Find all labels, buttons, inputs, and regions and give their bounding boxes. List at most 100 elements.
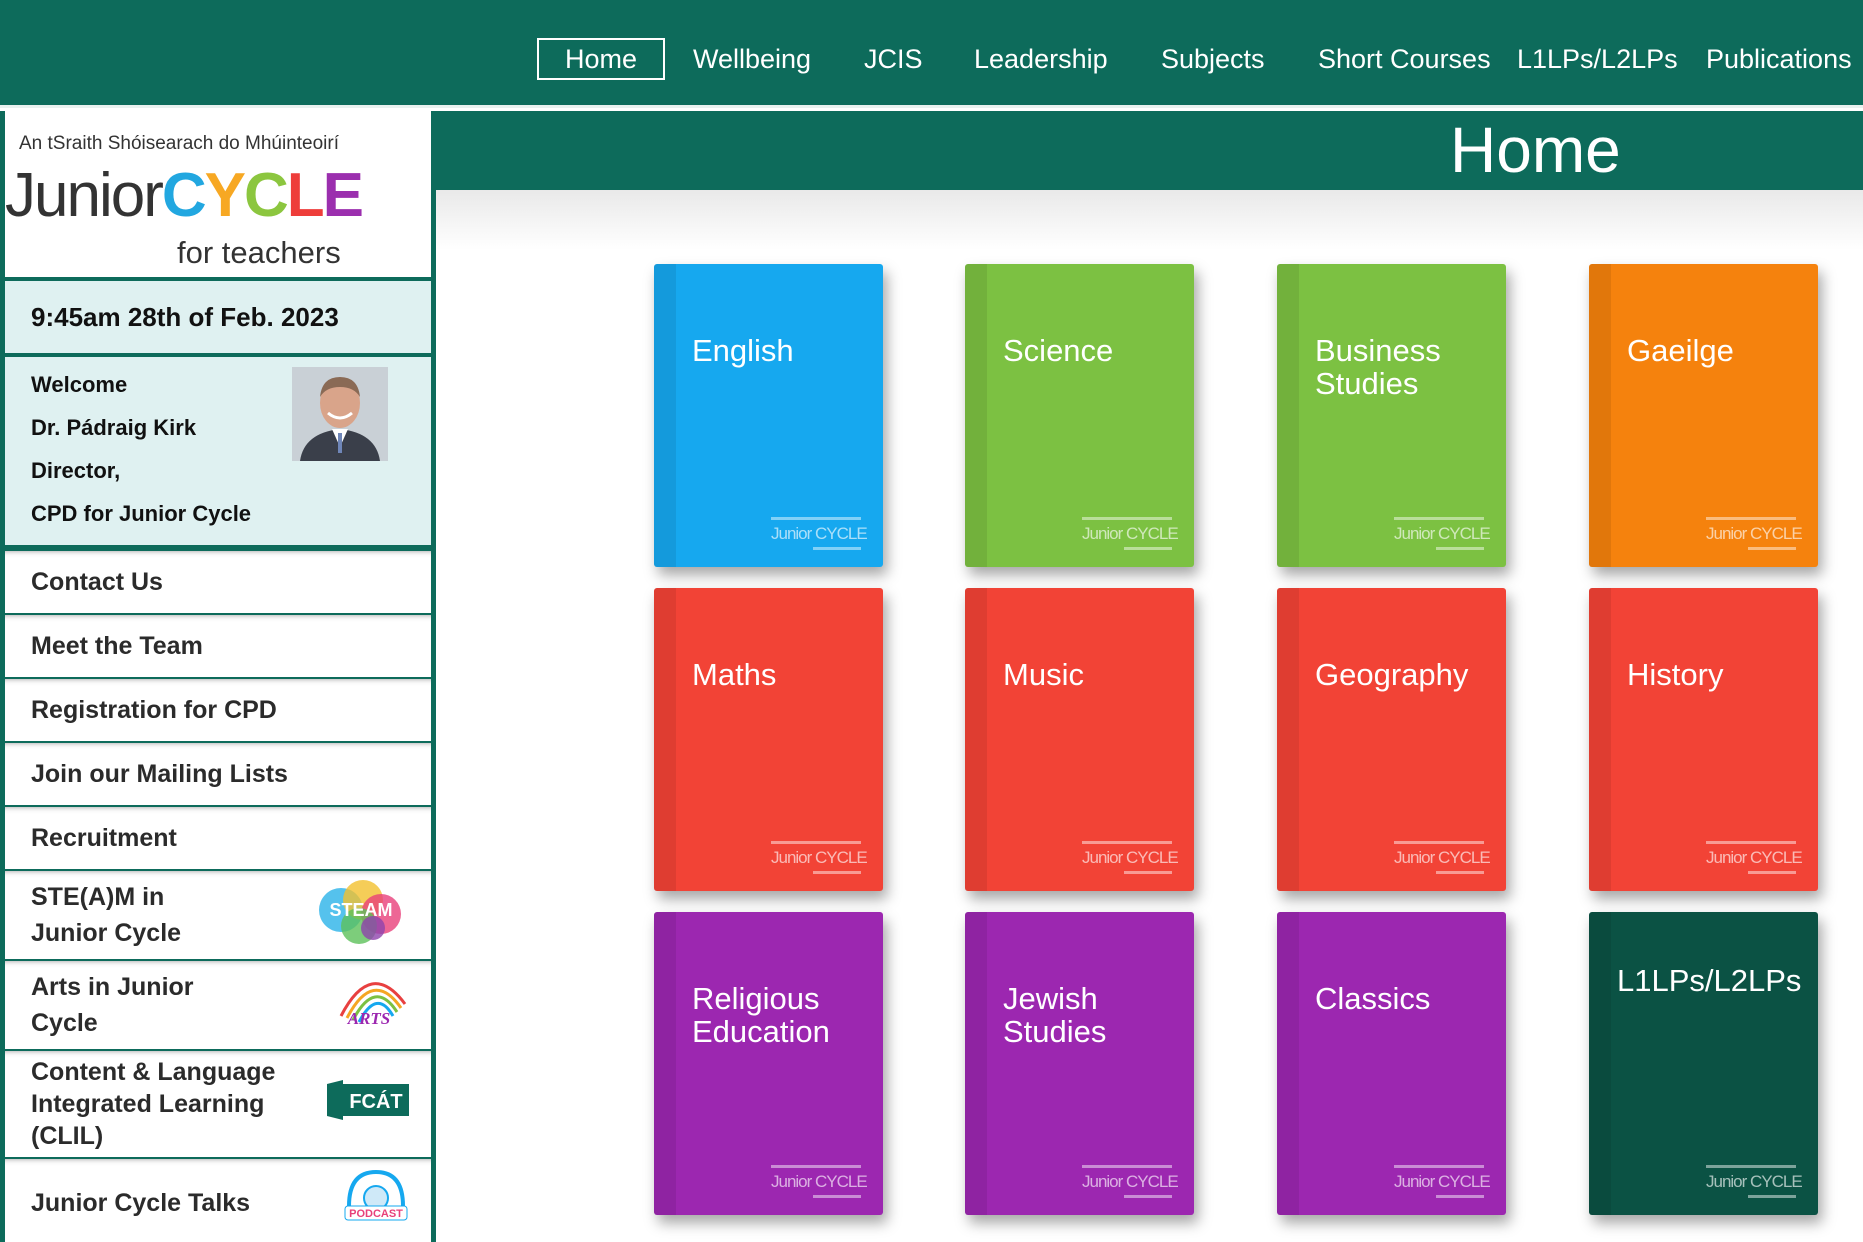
tile-mark-text: Junior CYCLE (1706, 848, 1803, 867)
top-navigation-bar: Home Wellbeing JCIS Leadership Subjects … (0, 0, 1863, 108)
subject-tile[interactable]: Jewish Studies Junior CYCLE (965, 912, 1194, 1215)
subject-tile-label: Classics (1315, 981, 1431, 1016)
tile-mark-text: Junior CYCLE (1394, 848, 1491, 867)
subject-tile[interactable]: English Junior CYCLE (654, 264, 883, 567)
podcast-badge: PODCAST (341, 1166, 411, 1240)
logo-junior: Junior (5, 161, 164, 230)
subject-tile[interactable]: Classics Junior CYCLE (1277, 912, 1506, 1215)
nav-subjects[interactable]: Subjects (1161, 38, 1265, 80)
subject-tile-label: Music (1003, 657, 1084, 692)
subject-tile-label: Maths (692, 657, 777, 692)
junior-cycle-mark-icon: Junior CYCLE (1082, 841, 1179, 877)
junior-cycle-mark-icon: Junior CYCLE (1394, 1165, 1491, 1201)
nav-jcis[interactable]: JCIS (864, 38, 923, 80)
date-time-display: 9:45am 28th of Feb. 2023 (5, 281, 431, 357)
sidebar-item-arts[interactable]: Arts in Junior Cycle ARTS (5, 961, 431, 1051)
page-header-bar (436, 111, 1863, 190)
podcast-icon: PODCAST (344, 1169, 408, 1221)
subject-tile[interactable]: History Junior CYCLE (1589, 588, 1818, 891)
junior-cycle-mark-icon: Junior CYCLE (1394, 841, 1491, 877)
junior-cycle-mark-icon: Junior CYCLE (771, 1165, 868, 1201)
person-icon (292, 367, 388, 461)
sidebar-item-meet-the-team[interactable]: Meet the Team (5, 615, 431, 679)
subject-tile[interactable]: L1LPs/L2LPs Junior CYCLE (1589, 912, 1818, 1215)
subject-tile-label: L1LPs/L2LPs (1617, 963, 1802, 998)
sidebar-item-registration-cpd[interactable]: Registration for CPD (5, 679, 431, 743)
tile-mark-text: Junior CYCLE (1082, 848, 1179, 867)
sidebar-item-mailing-lists[interactable]: Join our Mailing Lists (5, 743, 431, 807)
sidebar-item-label: Join our Mailing Lists (31, 759, 288, 788)
tile-mark-text: Junior CYCLE (771, 1172, 868, 1191)
subject-tile-label: History (1627, 657, 1724, 692)
fcat-icon: FCÁT (327, 1080, 409, 1120)
subject-tile-label: Business Studies (1315, 333, 1441, 401)
subject-tile[interactable]: Geography Junior CYCLE (1277, 588, 1506, 891)
welcome-panel: Welcome Dr. Pádraig Kirk Director, CPD f… (5, 357, 431, 551)
fcat-badge: FCÁT (325, 1076, 411, 1132)
sidebar-item-recruitment[interactable]: Recruitment (5, 807, 431, 871)
junior-cycle-logo[interactable]: An tSraith Shóisearach do Mhúinteoirí Ju… (5, 111, 431, 281)
badge-text: FCÁT (349, 1090, 402, 1113)
subject-tile-label: Geography (1315, 657, 1469, 692)
badge-text: PODCAST (349, 1208, 403, 1220)
logo-wordmark: JuniorCYCLE (5, 161, 364, 231)
sidebar: An tSraith Shóisearach do Mhúinteoirí Ju… (0, 111, 436, 1242)
nav-l1lps-l2lps[interactable]: L1LPs/L2LPs (1517, 38, 1678, 80)
tile-mark-text: Junior CYCLE (771, 848, 868, 867)
sidebar-item-junior-cycle-talks[interactable]: Junior Cycle Talks PODCAST (5, 1159, 431, 1242)
nav-leadership[interactable]: Leadership (974, 38, 1108, 80)
logo-letter: C (244, 161, 289, 230)
sidebar-item-label: Arts in Junior Cycle (31, 973, 194, 1037)
tile-mark-text: Junior CYCLE (1706, 1172, 1803, 1191)
sidebar-item-label: Registration for CPD (31, 695, 277, 724)
junior-cycle-mark-icon: Junior CYCLE (1706, 517, 1803, 553)
subject-tile-label: Religious Education (692, 981, 830, 1049)
nav-wellbeing[interactable]: Wellbeing (693, 38, 811, 80)
logo-letter: E (322, 161, 364, 230)
sidebar-item-contact-us[interactable]: Contact Us (5, 551, 431, 615)
subject-tile[interactable]: Science Junior CYCLE (965, 264, 1194, 567)
subject-tile-label: Science (1003, 333, 1114, 368)
sidebar-item-label: STE(A)M in Junior Cycle (31, 883, 182, 947)
junior-cycle-mark-icon: Junior CYCLE (1706, 841, 1803, 877)
subject-tile-label: English (692, 333, 794, 368)
arts-badge: ARTS (331, 964, 411, 1046)
tile-mark-text: Junior CYCLE (1082, 524, 1179, 543)
sidebar-item-clil[interactable]: Content & Language Integrated Learning (… (5, 1051, 431, 1159)
sidebar-item-steam[interactable]: STE(A)M in Junior Cycle STEAM (5, 871, 431, 961)
sidebar-item-label: Content & Language Integrated Learning (… (31, 1058, 276, 1150)
tile-mark-text: Junior CYCLE (1394, 524, 1491, 543)
junior-cycle-mark-icon: Junior CYCLE (1082, 1165, 1179, 1201)
steam-icon: STEAM (319, 880, 401, 944)
sidebar-item-label: Recruitment (31, 823, 177, 852)
junior-cycle-mark-icon: Junior CYCLE (1394, 517, 1491, 553)
steam-badge: STEAM (311, 870, 411, 960)
nav-home[interactable]: Home (537, 38, 666, 80)
tile-mark-text: Junior CYCLE (1706, 524, 1803, 543)
nav-short-courses[interactable]: Short Courses (1318, 38, 1491, 80)
logo-letter: Y (204, 161, 246, 230)
director-portrait (292, 367, 388, 461)
badge-text: STEAM (330, 900, 393, 920)
tile-mark-text: Junior CYCLE (1394, 1172, 1491, 1191)
subject-tile[interactable]: Business Studies Junior CYCLE (1277, 264, 1506, 567)
junior-cycle-mark-icon: Junior CYCLE (771, 517, 868, 553)
logo-letter: L (286, 161, 325, 230)
subject-tile[interactable]: Maths Junior CYCLE (654, 588, 883, 891)
rainbow-arts-icon: ARTS (339, 982, 407, 1028)
junior-cycle-mark-icon: Junior CYCLE (771, 841, 868, 877)
subject-tile-label: Jewish Studies (1003, 981, 1107, 1049)
page-title: Home (1450, 114, 1621, 186)
sidebar-item-label: Contact Us (31, 567, 163, 596)
logo-tagline: An tSraith Shóisearach do Mhúinteoirí (19, 133, 340, 154)
subject-tile[interactable]: Music Junior CYCLE (965, 588, 1194, 891)
logo-letter: C (161, 161, 207, 230)
director-department: CPD for Junior Cycle (31, 501, 252, 526)
badge-text: ARTS (347, 1009, 391, 1028)
nav-publications[interactable]: Publications (1706, 38, 1852, 80)
junior-cycle-mark-icon: Junior CYCLE (1082, 517, 1179, 553)
tile-mark-text: Junior CYCLE (771, 524, 868, 543)
subject-tile[interactable]: Gaeilge Junior CYCLE (1589, 264, 1818, 567)
sidebar-item-label: Junior Cycle Talks (31, 1189, 251, 1217)
subject-tile[interactable]: Religious Education Junior CYCLE (654, 912, 883, 1215)
